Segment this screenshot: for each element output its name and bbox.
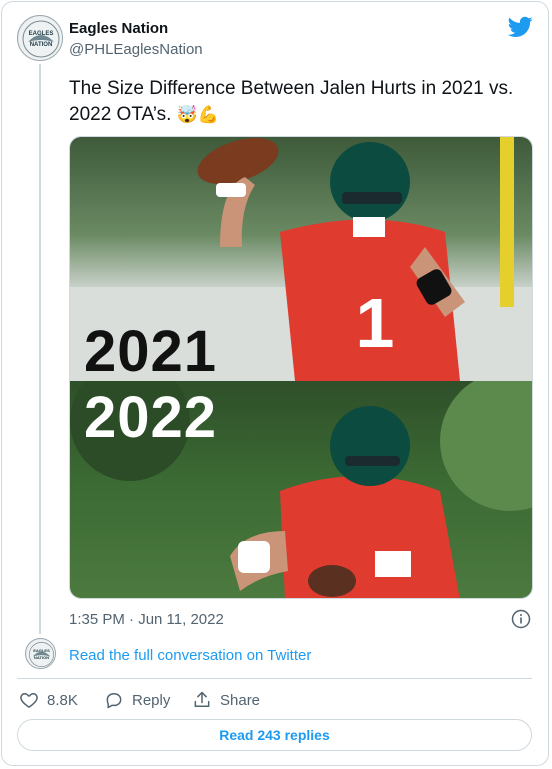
photo-2021: 1 2021 (70, 137, 532, 381)
twitter-bird-icon[interactable] (508, 16, 533, 38)
svg-text:1: 1 (356, 284, 395, 362)
like-button[interactable]: 8.8K (19, 689, 78, 711)
divider (17, 678, 532, 679)
avatar-text-2: NATION (30, 42, 53, 48)
avatar[interactable]: EAGLES NATION (17, 15, 63, 61)
avatar-text-1: EAGLES (29, 31, 54, 37)
reply-button[interactable]: Reply (104, 689, 170, 711)
tweet-timestamp[interactable]: 1:35 PM · Jun 11, 2022 (69, 610, 224, 630)
info-icon[interactable] (511, 609, 531, 629)
tweet-media[interactable]: 1 2021 2022 (69, 136, 533, 599)
eagles-nation-logo: EAGLES NATION (19, 17, 62, 60)
share-icon (194, 691, 210, 707)
heart-icon (20, 693, 38, 708)
read-conversation-link[interactable]: Read the full conversation on Twitter (69, 646, 311, 666)
read-replies-label: Read 243 replies (219, 727, 330, 743)
emoji-group: 🤯💪 (176, 105, 220, 125)
tweet-body: The Size Difference Between Jalen Hurts … (69, 78, 514, 125)
avatar-small-text-2: NATION (34, 655, 49, 660)
photo-2022: 2022 (70, 361, 532, 598)
tweet-text: The Size Difference Between Jalen Hurts … (69, 76, 534, 128)
share-button[interactable]: Share (192, 689, 260, 711)
year-label-2022: 2022 (84, 385, 218, 450)
avatar-small: EAGLES NATION (25, 638, 56, 669)
year-label-2021: 2021 (84, 319, 218, 384)
read-replies-button[interactable]: Read 243 replies (17, 719, 532, 751)
like-count: 8.8K (47, 691, 78, 709)
reply-label: Reply (132, 691, 171, 709)
avatar-small-text-1: EAGLES (33, 648, 50, 653)
share-label: Share (220, 691, 261, 709)
speech-bubble-icon (106, 693, 122, 709)
author-handle[interactable]: @PHLEaglesNation (69, 40, 203, 60)
thread-line (39, 64, 41, 634)
author-name[interactable]: Eagles Nation (69, 19, 168, 39)
